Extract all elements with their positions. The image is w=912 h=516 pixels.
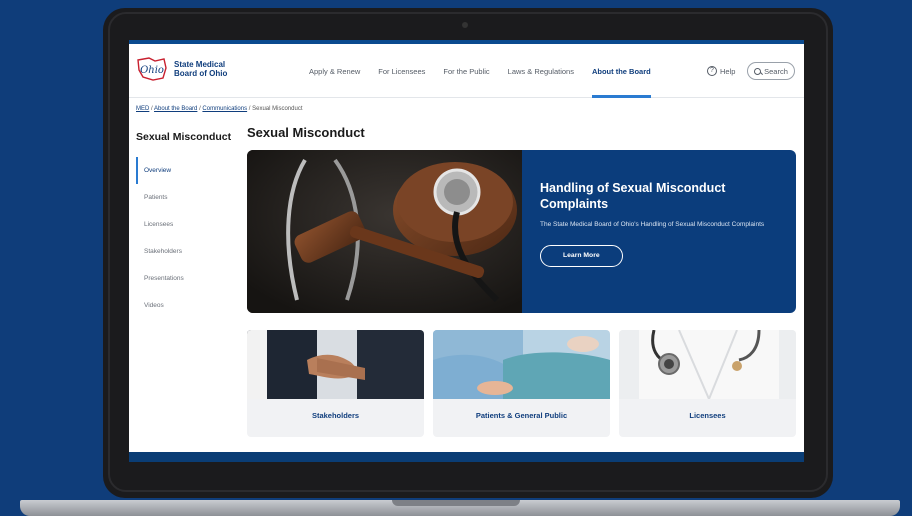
- search-button[interactable]: Search: [747, 62, 795, 80]
- card-label: Licensees: [689, 411, 726, 420]
- nav-item-for-licensees[interactable]: For Licensees: [378, 44, 425, 98]
- breadcrumb-about-the-board[interactable]: About the Board: [154, 106, 197, 112]
- breadcrumb-separator: /: [199, 106, 201, 112]
- card-row: Stakeholders Patients & General Public L…: [247, 330, 796, 437]
- breadcrumb-med[interactable]: MED: [136, 106, 149, 112]
- hero-title: Handling of Sexual Misconduct Complaints: [540, 181, 726, 211]
- breadcrumb-separator: /: [248, 106, 251, 112]
- sidebar-item-licensees[interactable]: Licensees: [136, 211, 236, 238]
- card-label: Patients & General Public: [475, 411, 568, 420]
- breadcrumb-communications[interactable]: Communications: [202, 106, 247, 112]
- card-patients-general-public[interactable]: Patients & General Public: [433, 330, 610, 437]
- patient-image: [433, 330, 610, 399]
- laptop-notch: [392, 500, 520, 506]
- card-label: Stakeholders: [311, 411, 360, 420]
- camera-icon: [462, 22, 468, 28]
- sidebar-item-overview[interactable]: Overview: [136, 157, 236, 184]
- handshake-image: [247, 330, 424, 399]
- sidebar-title: Sexual Misconduct: [136, 131, 232, 143]
- search-icon: [754, 67, 762, 75]
- help-label: Help: [720, 66, 736, 76]
- help-icon: ?: [707, 66, 717, 76]
- card-stakeholders[interactable]: Stakeholders: [247, 330, 424, 437]
- breadcrumb: MED / About the Board / Communications /…: [136, 106, 302, 112]
- hero-panel: Handling of Sexual Misconduct Complaints…: [522, 150, 796, 313]
- sidebar: Sexual Misconduct Overview Patients Lice…: [136, 131, 236, 319]
- logo-line-2: Board of Ohio: [174, 69, 228, 78]
- doctor-stethoscope-image: [619, 330, 796, 399]
- sidebar-item-patients[interactable]: Patients: [136, 184, 236, 211]
- browser-screen: Ohio State Medical Board of Ohio Apply &…: [129, 40, 804, 462]
- nav-item-laws-regulations[interactable]: Laws & Regulations: [508, 44, 574, 98]
- breadcrumb-separator: /: [151, 106, 153, 112]
- hero-banner: Handling of Sexual Misconduct Complaints…: [247, 150, 796, 313]
- logo-line-1: State Medical: [174, 60, 226, 69]
- help-link[interactable]: ? Help: [707, 66, 735, 76]
- hero-description: The State Medical Board of Ohio's Handli…: [540, 221, 765, 228]
- nav-item-for-the-public[interactable]: For the Public: [443, 44, 489, 98]
- page-title: Sexual Misconduct: [247, 125, 365, 140]
- sidebar-item-presentations[interactable]: Presentations: [136, 265, 236, 292]
- sidebar-item-videos[interactable]: Videos: [136, 292, 236, 319]
- site-logo[interactable]: Ohio State Medical Board of Ohio: [135, 56, 227, 82]
- main-nav: Apply & Renew For Licensees For the Publ…: [309, 44, 669, 98]
- nav-item-apply-renew[interactable]: Apply & Renew: [309, 44, 360, 98]
- logo-script: Ohio: [140, 65, 164, 76]
- gavel-stethoscope-image: [247, 150, 522, 313]
- learn-more-button[interactable]: Learn More: [540, 245, 623, 267]
- footer-bar: [129, 452, 804, 462]
- breadcrumb-current: Sexual Misconduct: [252, 106, 303, 112]
- site-header: Ohio State Medical Board of Ohio Apply &…: [129, 44, 804, 98]
- logo-text: State Medical Board of Ohio: [174, 60, 227, 78]
- ohio-logo-icon: Ohio: [135, 56, 169, 82]
- search-label: Search: [764, 66, 788, 76]
- sidebar-item-stakeholders[interactable]: Stakeholders: [136, 238, 236, 265]
- nav-item-about-the-board[interactable]: About the Board: [591, 44, 651, 98]
- card-licensees[interactable]: Licensees: [619, 330, 796, 437]
